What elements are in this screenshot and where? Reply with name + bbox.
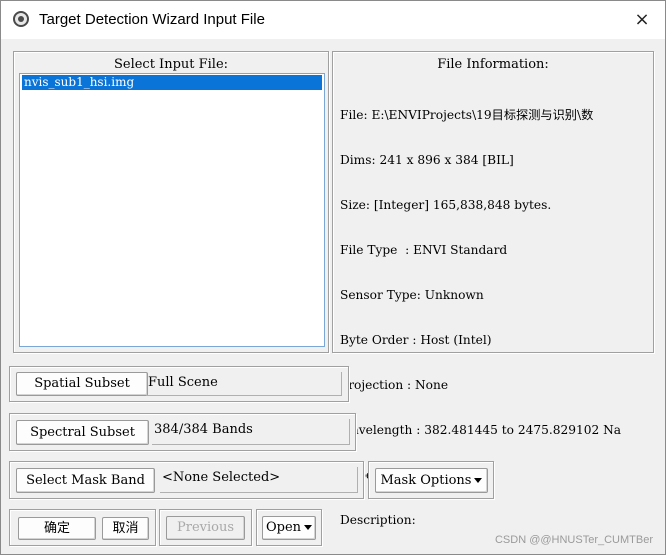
spectral-subset-group: Spectral Subset 384/384 Bands (9, 413, 356, 451)
cancel-button[interactable]: 取消 (102, 517, 149, 540)
spectral-subset-value: 384/384 Bands (152, 419, 350, 445)
spectral-subset-button[interactable]: Spectral Subset (16, 420, 149, 445)
info-line: Projection : None (340, 378, 449, 392)
mask-options-group: Mask Options (368, 461, 494, 499)
spatial-subset-group: Spatial Subset Full Scene (9, 366, 349, 402)
file-info-title: File Information: (437, 57, 549, 72)
input-file-list[interactable]: nvis_sub1_hsi.img (19, 73, 325, 347)
open-dropdown[interactable]: Open (262, 516, 316, 540)
file-info-panel: File Information: File: E:\ENVIProjects\… (332, 51, 654, 527)
info-line: Size: [Integer] 165,838,848 bytes. (340, 198, 552, 212)
info-line: Dims: 241 x 896 x 384 [BIL] (340, 153, 514, 167)
spatial-subset-button[interactable]: Spatial Subset (16, 372, 148, 396)
dropdown-arrow-icon (304, 525, 313, 530)
select-mask-band-button[interactable]: Select Mask Band (16, 468, 155, 493)
mask-band-value: <None Selected> (160, 467, 358, 493)
previous-group: Previous (159, 509, 252, 546)
info-line: Sensor Type: Unknown (340, 288, 484, 302)
mask-options-dropdown[interactable]: Mask Options (375, 468, 488, 493)
watermark: CSDN @@HNUSTer_CUMTBer (494, 534, 653, 546)
info-line: Byte Order : Host (Intel) (340, 333, 492, 347)
list-item-file[interactable]: nvis_sub1_hsi.img (22, 75, 322, 90)
dialog-window: Target Detection Wizard Input File × Sel… (0, 0, 666, 555)
info-line: File: E:\ENVIProjects\19目标探测与识别\数 (340, 108, 594, 122)
mask-options-label: Mask Options (380, 473, 472, 488)
ok-cancel-group: 确定 取消 (9, 509, 156, 546)
app-icon (13, 11, 29, 27)
spatial-subset-value: Full Scene (146, 372, 342, 396)
dropdown-arrow-icon (474, 478, 483, 483)
previous-button[interactable]: Previous (166, 516, 245, 540)
info-line: File Type : ENVI Standard (340, 243, 508, 257)
close-icon[interactable]: × (619, 1, 665, 39)
info-line: Wavelength : 382.481445 to 2475.829102 N… (340, 423, 622, 437)
input-file-panel: Select Input File: nvis_sub1_hsi.img (13, 51, 329, 353)
info-line: Description: (340, 513, 416, 527)
mask-band-group: Select Mask Band <None Selected> (9, 461, 364, 499)
open-group: Open (256, 509, 322, 546)
title-bar: Target Detection Wizard Input File × (1, 1, 665, 39)
window-title: Target Detection Wizard Input File (39, 11, 265, 28)
ok-button[interactable]: 确定 (18, 517, 96, 540)
open-label: Open (265, 520, 302, 535)
input-file-title: Select Input File: (113, 57, 229, 72)
